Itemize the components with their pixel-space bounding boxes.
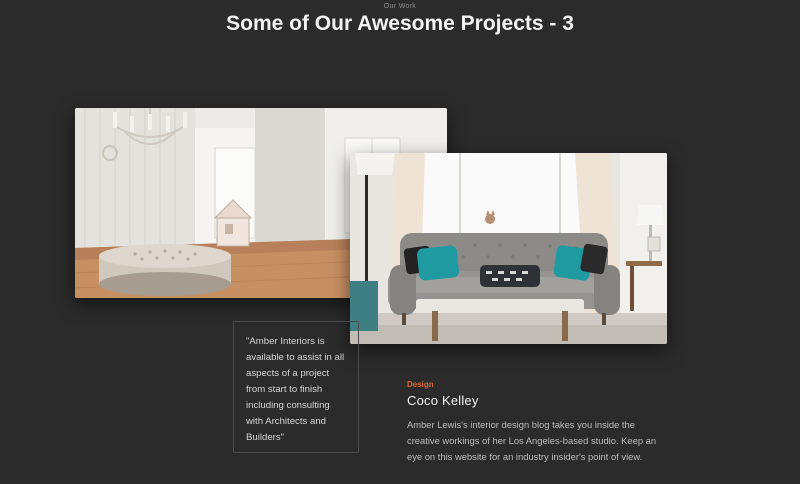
project-category[interactable]: Design (407, 380, 434, 389)
section-title: Some of Our Awesome Projects - 3 (226, 12, 574, 35)
quote-box: "Amber Interiors is available to assist … (233, 321, 359, 453)
section-eyebrow: Our Work (383, 3, 417, 10)
project-image-sofa[interactable] (350, 153, 667, 344)
sofa-illustration (350, 153, 667, 344)
project-title[interactable]: Coco Kelley (407, 393, 479, 408)
quote-text: "Amber Interiors is available to assist … (246, 336, 345, 443)
project-description: Amber Lewis's interior design blog takes… (407, 419, 657, 462)
